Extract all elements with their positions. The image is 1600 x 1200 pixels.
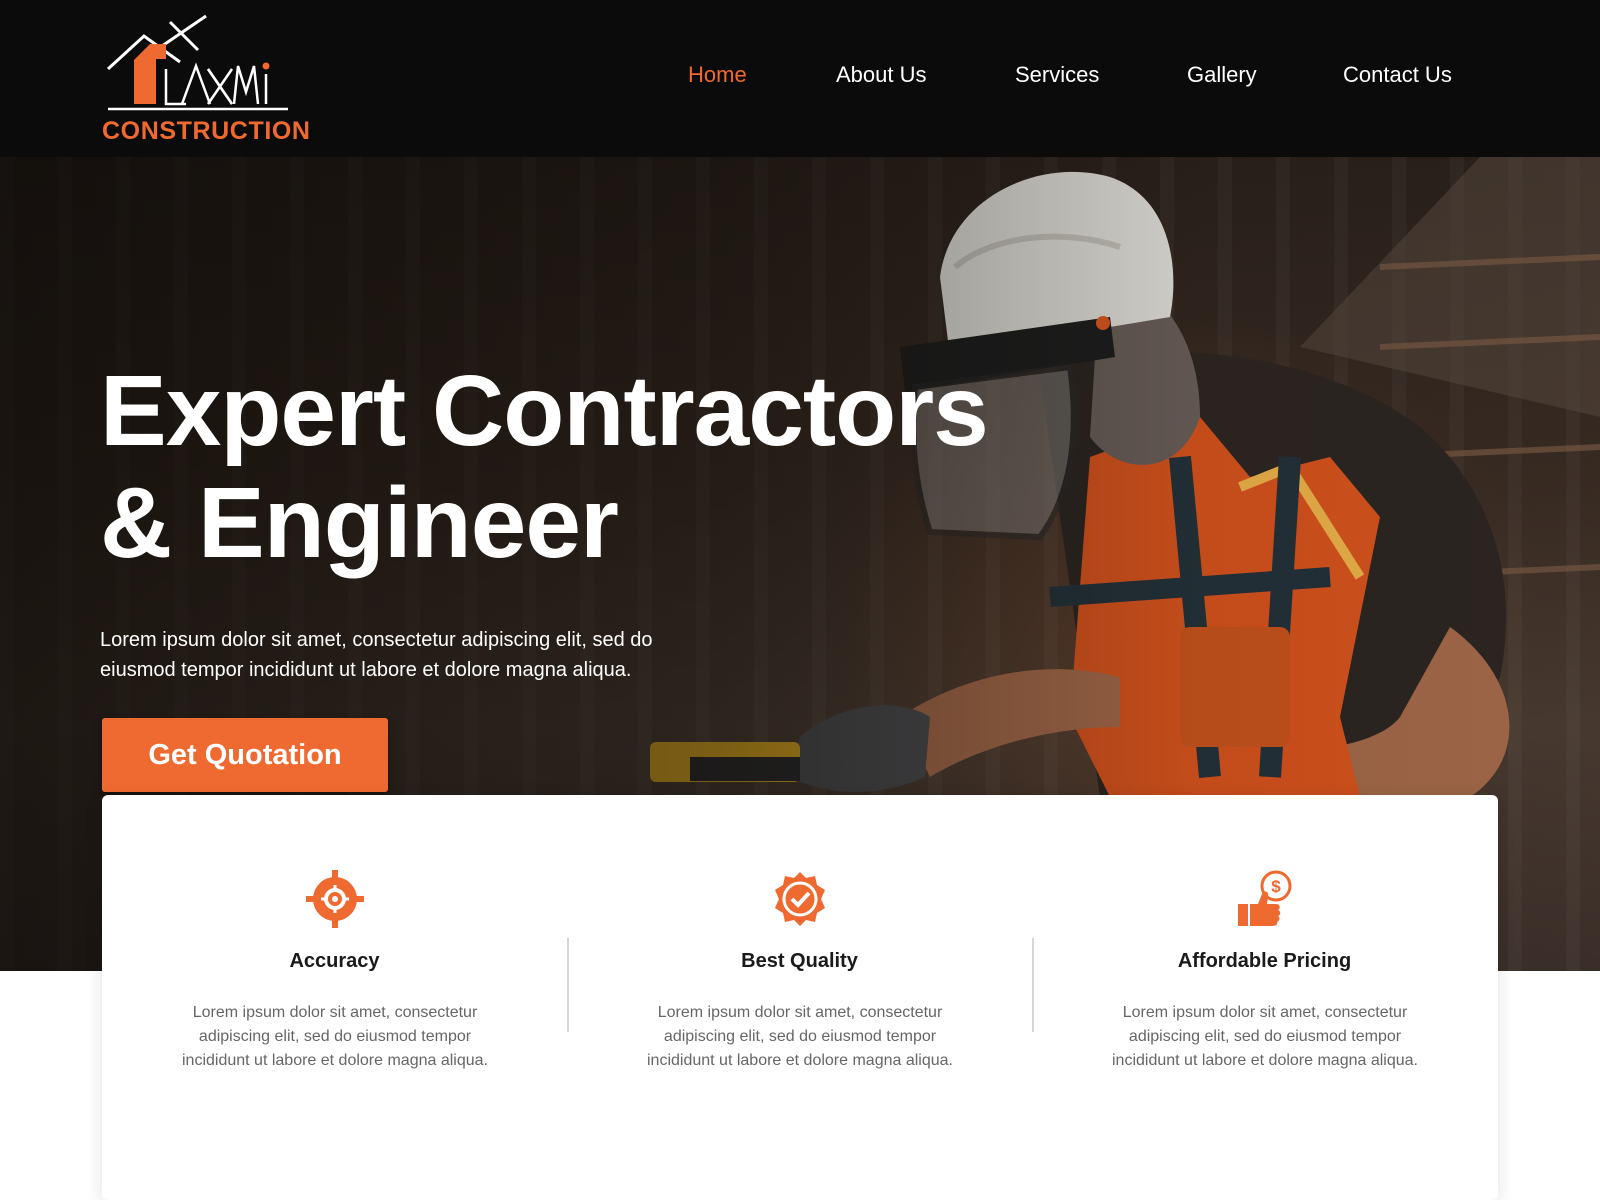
landing-page: CONSTRUCTION Home About Us Services Gall…	[0, 0, 1600, 1200]
get-quotation-button[interactable]: Get Quotation	[102, 718, 388, 792]
main-nav: Home About Us Services Gallery Contact U…	[0, 62, 1600, 96]
features-card: Accuracy Lorem ipsum dolor sit amet, con…	[102, 795, 1498, 1200]
nav-item-services[interactable]: Services	[1015, 62, 1099, 88]
brand-wordmark: CONSTRUCTION	[102, 117, 311, 145]
feature-title: Affordable Pricing	[1177, 950, 1352, 972]
thumbs-up-dollar-icon: $	[1238, 870, 1292, 926]
feature-description: Lorem ipsum dolor sit amet, consectetur …	[1112, 1004, 1418, 1069]
svg-text:$: $	[1271, 877, 1281, 896]
hero-title: Expert Contractors & Engineer	[100, 355, 1080, 579]
hero-subtitle-line-1: Lorem ipsum dolor sit amet, consectetur …	[100, 629, 653, 651]
feature-best-quality: Best Quality Lorem ipsum dolor sit amet,…	[567, 795, 1032, 1200]
hero-title-line-2: & Engineer	[100, 467, 619, 579]
quality-badge-icon	[775, 872, 825, 926]
site-header: CONSTRUCTION Home About Us Services Gall…	[0, 0, 1600, 157]
nav-item-about-us[interactable]: About Us	[836, 62, 927, 88]
nav-item-home[interactable]: Home	[688, 62, 747, 88]
nav-item-contact-us[interactable]: Contact Us	[1343, 62, 1452, 88]
feature-accuracy: Accuracy Lorem ipsum dolor sit amet, con…	[102, 795, 567, 1200]
target-gear-icon	[306, 870, 364, 928]
feature-affordable-pricing: $ Affordable Pricing Lorem ipsum dolor s…	[1032, 795, 1497, 1200]
feature-description: Lorem ipsum dolor sit amet, consectetur …	[647, 1004, 953, 1069]
hero-title-line-1: Expert Contractors	[100, 355, 989, 467]
feature-title: Accuracy	[289, 950, 380, 972]
hero-subtitle-line-2: eiusmod tempor incididunt ut labore et d…	[100, 659, 632, 681]
feature-title: Best Quality	[741, 950, 858, 972]
nav-item-gallery[interactable]: Gallery	[1187, 62, 1257, 88]
hero-subtitle: Lorem ipsum dolor sit amet, consectetur …	[100, 625, 700, 685]
feature-description: Lorem ipsum dolor sit amet, consectetur …	[182, 1004, 488, 1069]
